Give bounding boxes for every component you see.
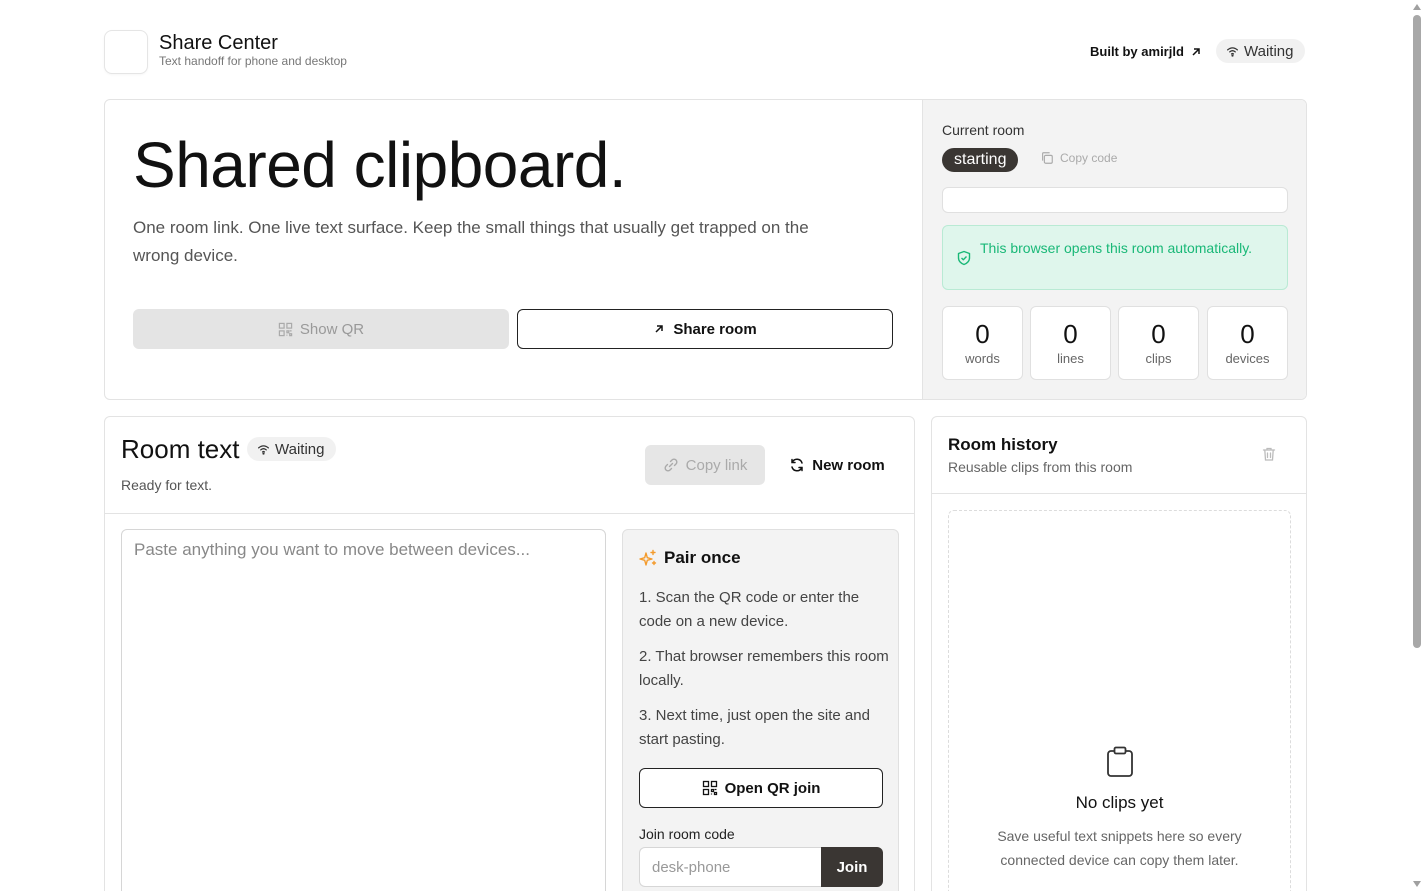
room-history-title: Room history: [948, 435, 1058, 454]
room-text-input[interactable]: [121, 529, 606, 891]
brand-subtitle: Text handoff for phone and desktop: [159, 54, 347, 68]
show-qr-label: Show QR: [299, 320, 365, 338]
copy-code-label: Copy code: [1060, 151, 1118, 165]
share-room-label: Share room: [673, 320, 757, 338]
room-text-title: Room text: [121, 434, 240, 464]
stat-lines: 0 lines: [1030, 306, 1111, 380]
room-history-card: Room history Reusable clips from this ro…: [931, 416, 1307, 891]
built-by-label: Built by amirjld: [1090, 44, 1184, 59]
hero-intro: Shared clipboard. One room link. One liv…: [105, 100, 922, 399]
room-text-subtitle: Ready for text.: [121, 477, 213, 493]
pair-once-title: Pair once: [639, 548, 741, 568]
divider: [105, 513, 914, 514]
stat-value: 0: [1151, 319, 1166, 349]
room-status-badge: Waiting: [247, 437, 337, 461]
share-room-button[interactable]: Share room: [517, 309, 893, 349]
copy-link-label: Copy link: [685, 456, 748, 474]
arrow-up-right-icon: [1192, 47, 1200, 56]
open-qr-join-label: Open QR join: [724, 779, 821, 797]
arrow-up-right-icon: [655, 325, 664, 333]
connection-status-text: Waiting: [1244, 42, 1294, 60]
stat-clips: 0 clips: [1118, 306, 1199, 380]
hero-title: Shared clipboard.: [133, 129, 627, 201]
clipboard-icon: [1107, 746, 1133, 777]
page-scrollbar[interactable]: [1410, 0, 1425, 891]
connection-status-badge: Waiting: [1216, 39, 1306, 63]
qr-code-icon: [702, 780, 717, 796]
logo[interactable]: [104, 30, 148, 74]
qr-code-icon: [278, 322, 293, 336]
hero-card: Shared clipboard. One room link. One liv…: [104, 99, 1307, 400]
scroll-down-arrow-icon[interactable]: [1413, 881, 1421, 887]
page: Share Center Text handoff for phone and …: [104, 0, 1307, 891]
hero-description: One room link. One live text surface. Ke…: [133, 218, 809, 265]
stat-value: 0: [1063, 319, 1078, 349]
pair-step: 2. That browser remembers this room loca…: [639, 648, 889, 689]
refresh-icon: [791, 458, 803, 472]
room-status-text: Waiting: [275, 440, 325, 458]
room-history-subtitle: Reusable clips from this room: [948, 459, 1133, 475]
join-room-code-label: Join room code: [639, 826, 735, 842]
auto-open-text: This browser opens this room automatical…: [980, 240, 1253, 256]
empty-state-description: Save useful text snippets here so every …: [997, 828, 1242, 868]
pair-once-panel: Pair once 1. Scan the QR code or enter t…: [622, 529, 899, 891]
pair-once-label: Pair once: [664, 548, 741, 567]
wifi-icon: [1227, 46, 1238, 57]
room-text-card: Room text Waiting Ready for text. Copy l…: [104, 416, 915, 891]
room-link-field[interactable]: [942, 187, 1288, 213]
room-code-badge: starting: [942, 148, 1019, 172]
join-room-code-input[interactable]: [639, 847, 823, 887]
current-room-label: Current room: [942, 122, 1025, 138]
stat-label: words: [965, 351, 1000, 366]
show-qr-button[interactable]: Show QR: [133, 309, 509, 349]
current-room-panel: Current room starting Copy code This bro…: [922, 100, 1306, 399]
stat-label: clips: [1145, 351, 1172, 366]
room-stats: 0 words 0 lines 0 clips 0 devices: [942, 306, 1289, 380]
pair-step: 3. Next time, just open the site and sta…: [639, 707, 870, 748]
empty-state-title: No clips yet: [1075, 793, 1164, 812]
sparkles-icon: [639, 549, 657, 566]
copy-code-button[interactable]: Copy code: [1040, 151, 1117, 165]
auto-open-notice: This browser opens this room automatical…: [942, 225, 1288, 290]
app-header: Share Center Text handoff for phone and …: [104, 28, 1307, 74]
stat-value: 0: [975, 319, 990, 349]
divider: [932, 493, 1306, 494]
stat-value: 0: [1240, 319, 1255, 349]
copy-icon: [1042, 152, 1053, 164]
join-button[interactable]: Join: [821, 847, 883, 887]
copy-link-button[interactable]: Copy link: [645, 445, 765, 485]
scroll-up-arrow-icon[interactable]: [1413, 4, 1421, 10]
trash-icon[interactable]: [1261, 446, 1277, 462]
built-by-link[interactable]: Built by amirjld: [1090, 44, 1202, 59]
stat-devices: 0 devices: [1207, 306, 1288, 380]
stat-label: lines: [1057, 351, 1084, 366]
wifi-icon: [258, 444, 269, 455]
link-icon: [664, 458, 678, 472]
new-room-button[interactable]: New room: [777, 445, 897, 485]
history-empty-state: No clips yet Save useful text snippets h…: [948, 510, 1291, 891]
open-qr-join-button[interactable]: Open QR join: [639, 768, 883, 808]
shield-check-icon: [957, 250, 971, 266]
scrollbar-thumb[interactable]: [1413, 15, 1421, 648]
brand-title: Share Center: [159, 32, 278, 54]
stat-label: devices: [1225, 351, 1270, 366]
pair-step: 1. Scan the QR code or enter the code on…: [639, 589, 860, 630]
new-room-label: New room: [812, 456, 885, 474]
stat-words: 0 words: [942, 306, 1023, 380]
